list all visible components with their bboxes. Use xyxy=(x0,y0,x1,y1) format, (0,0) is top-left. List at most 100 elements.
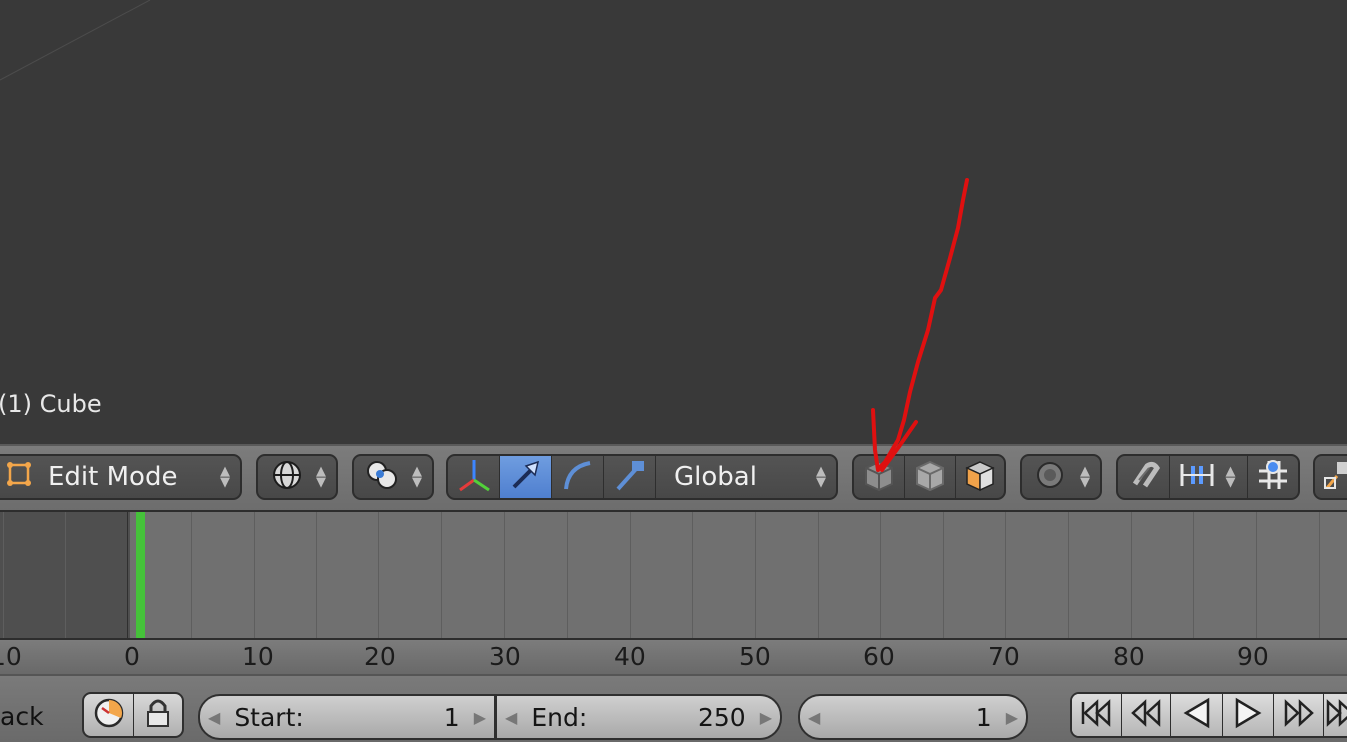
snap-element-selector[interactable]: ▲ ▼ xyxy=(1170,456,1248,498)
arrow-right-icon: ▶ xyxy=(473,707,486,727)
snap-target-icon xyxy=(1255,457,1291,497)
axes-icon xyxy=(455,456,493,498)
playback-menu[interactable]: ack xyxy=(0,702,44,731)
grid-line xyxy=(254,512,255,638)
grid-line xyxy=(441,512,442,638)
3d-viewport[interactable]: (1) Cube xyxy=(0,0,1347,444)
rotate-icon xyxy=(560,457,596,497)
arrow-left-icon: ◀ xyxy=(808,707,821,727)
transform-orientation-selector[interactable]: Global ▲ ▼ xyxy=(656,456,836,498)
chevron-updown-icon: ▲ ▼ xyxy=(1225,464,1236,490)
chevron-updown-icon: ▲ ▼ xyxy=(1080,464,1090,490)
play-icon xyxy=(1233,697,1263,733)
start-frame-field[interactable]: ◀ Start: 1 ▶ xyxy=(198,694,496,740)
layer-toggle-group xyxy=(852,454,1006,500)
jump-keyframe-back-icon xyxy=(1129,698,1163,732)
chevron-updown-icon: ▲ ▼ xyxy=(816,464,826,490)
pivot-point-selector[interactable]: ▲ ▼ xyxy=(352,454,434,500)
proportional-editing-selector[interactable]: ▲ ▼ xyxy=(1020,454,1102,500)
object-info-label: (1) Cube xyxy=(0,390,102,418)
mode-selector[interactable]: Edit Mode ▲ ▼ xyxy=(0,454,242,500)
timeline-header: ack ◀ Start: 1 ▶ ◀ End: 250 ▶ ◀ 1 ▶ xyxy=(0,674,1347,742)
jump-keyframe-forward-button[interactable] xyxy=(1274,694,1325,736)
jump-keyframe-back-button[interactable] xyxy=(1121,694,1172,736)
grid-line xyxy=(504,512,505,638)
ruler-tick-label: 20 xyxy=(364,642,396,671)
snap-target-button[interactable] xyxy=(1248,456,1298,498)
start-label: Start: xyxy=(234,702,304,732)
start-value: 1 xyxy=(443,702,460,732)
grid-line xyxy=(1068,512,1069,638)
rotate-manipulator-button[interactable] xyxy=(552,456,604,498)
object-data-icon xyxy=(913,458,947,496)
transform-manipulators: Global ▲ ▼ xyxy=(446,454,838,500)
grid-line xyxy=(191,512,192,638)
arrow-right-icon: ▶ xyxy=(759,707,772,727)
grid-line xyxy=(630,512,631,638)
play-reverse-icon xyxy=(1182,697,1212,733)
object-button[interactable] xyxy=(854,456,905,498)
grid-line xyxy=(755,512,756,638)
3d-view-header: Edit Mode ▲ ▼ ▲ ▼ ▲ ▼ Global ▲ ▼ ▲ ▼ ▲ ▼ xyxy=(0,444,1347,510)
viewport-shading-selector[interactable]: ▲ ▼ xyxy=(256,454,338,500)
grid-line xyxy=(880,512,881,638)
grid-line xyxy=(943,512,944,638)
current-frame-field[interactable]: ◀ 1 ▶ xyxy=(798,694,1028,740)
grid-line xyxy=(1319,512,1320,638)
sphere-shade-icon xyxy=(270,458,304,496)
ruler-tick-label: 0 xyxy=(124,642,140,671)
ruler-tick-label: 40 xyxy=(614,642,646,671)
ruler-tick-label: 30 xyxy=(489,642,521,671)
grid-line xyxy=(127,512,128,638)
grid-line xyxy=(65,512,66,638)
chevron-updown-icon: ▲ ▼ xyxy=(316,464,326,490)
autokey-button[interactable] xyxy=(84,694,134,736)
object-material-button[interactable] xyxy=(956,456,1004,498)
object-data-button[interactable] xyxy=(905,456,956,498)
current-frame-value: 1 xyxy=(975,702,992,732)
ruler-tick-label: 70 xyxy=(988,642,1020,671)
ruler-tick-label: 80 xyxy=(1113,642,1145,671)
magnet-icon xyxy=(1127,458,1161,496)
ruler-tick-label: 90 xyxy=(1237,642,1269,671)
ruler-tick-label: 10 xyxy=(0,642,22,671)
edit-mode-icon xyxy=(2,459,38,495)
jump-keyframe-forward-icon xyxy=(1282,698,1316,732)
ruler-tick-label: 50 xyxy=(739,642,771,671)
grid-floor-line xyxy=(0,0,151,81)
object-icon xyxy=(862,458,896,496)
object-material-icon xyxy=(963,458,997,496)
end-frame-field[interactable]: ◀ End: 250 ▶ xyxy=(496,694,782,740)
end-label: End: xyxy=(531,702,588,732)
grid-line xyxy=(316,512,317,638)
translate-manipulator-button[interactable] xyxy=(500,456,552,498)
end-value: 250 xyxy=(697,702,746,732)
jump-end-button[interactable] xyxy=(1324,694,1347,736)
ruler-tick-label: 10 xyxy=(242,642,274,671)
scale-icon xyxy=(612,457,648,497)
lock-button[interactable] xyxy=(134,694,182,736)
snap-toggle-button[interactable] xyxy=(1118,456,1170,498)
play-reverse-button[interactable] xyxy=(1171,694,1223,736)
ruler-tick-label: 60 xyxy=(863,642,895,671)
grid-line xyxy=(818,512,819,638)
orientation-label: Global xyxy=(674,462,757,492)
current-frame-indicator[interactable] xyxy=(136,512,145,638)
jump-end-icon xyxy=(1324,698,1347,732)
snapping-group: ▲ ▼ xyxy=(1116,454,1300,500)
render-icon xyxy=(1323,458,1347,496)
chevron-updown-icon: ▲ ▼ xyxy=(220,464,230,490)
arrow-left-icon: ◀ xyxy=(505,707,518,727)
snap-element-icon xyxy=(1178,458,1216,496)
translate-icon xyxy=(508,457,544,497)
manipulator-toggle-button[interactable] xyxy=(448,456,500,498)
arrow-left-icon: ◀ xyxy=(208,707,221,727)
frame-ruler[interactable]: 10 0 10 20 30 40 50 60 70 80 90 xyxy=(0,638,1347,674)
jump-start-button[interactable] xyxy=(1072,694,1122,736)
render-preview-button[interactable] xyxy=(1313,454,1347,500)
grid-line xyxy=(1193,512,1194,638)
scale-manipulator-button[interactable] xyxy=(604,456,656,498)
grid-line xyxy=(567,512,568,638)
timeline-area[interactable] xyxy=(0,510,1347,638)
play-button[interactable] xyxy=(1222,694,1275,736)
